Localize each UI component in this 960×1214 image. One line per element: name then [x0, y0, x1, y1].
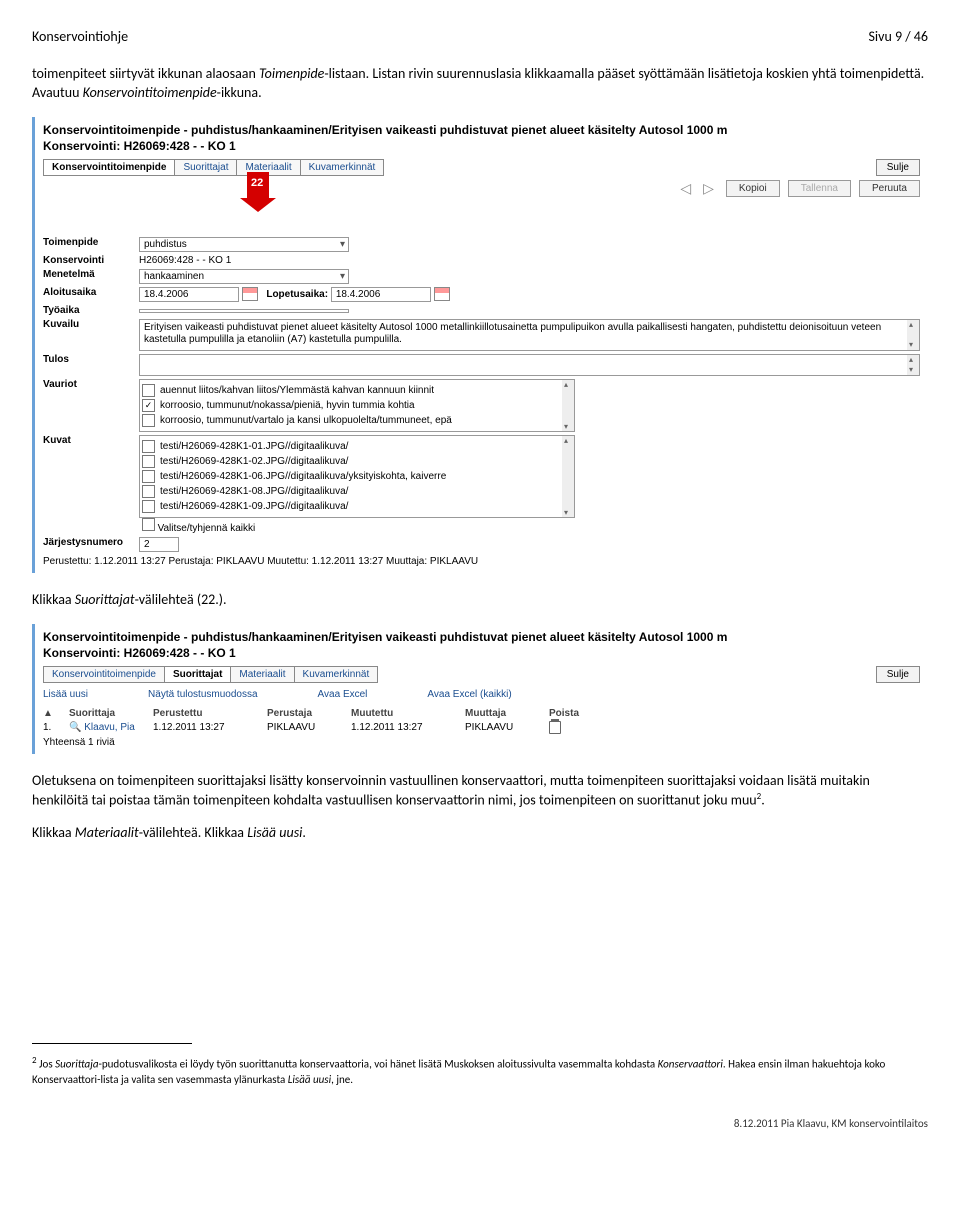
open-excel-all-link[interactable]: Avaa Excel (kaikki)	[427, 689, 511, 700]
aloitusaika-input[interactable]: 18.4.2006	[139, 287, 239, 302]
toimenpide-select[interactable]: puhdistus	[139, 237, 349, 252]
doc-title: Konservointiohje	[32, 28, 128, 45]
lopetusaika-input[interactable]: 18.4.2006	[331, 287, 431, 302]
tab-kuvamerkinnat[interactable]: Kuvamerkinnät	[300, 159, 385, 176]
window-subtitle: Konservointi: H26069:428 - - KO 1	[43, 139, 920, 153]
add-new-link[interactable]: Lisää uusi	[43, 689, 88, 700]
footnote-separator	[32, 1043, 192, 1044]
checkbox[interactable]	[142, 455, 155, 468]
calendar-icon[interactable]	[242, 287, 258, 301]
footnote: 2 Jos Suorittaja-pudotusvalikosta ei löy…	[32, 1055, 928, 1087]
window-subtitle: Konservointi: H26069:428 - - KO 1	[43, 646, 920, 660]
window-title: Konservointitoimenpide - puhdistus/hanka…	[43, 630, 920, 644]
audit-line: Perustettu: 1.12.2011 13:27 Perustaja: P…	[43, 556, 920, 567]
checkbox[interactable]	[142, 384, 155, 397]
tab-kuvamerkinnat[interactable]: Kuvamerkinnät	[294, 666, 379, 683]
checkbox[interactable]	[142, 470, 155, 483]
save-button[interactable]: Tallenna	[788, 180, 851, 197]
konservointi-value: H26069:428 - - KO 1	[139, 255, 920, 266]
scrollbar[interactable]	[907, 320, 919, 350]
table-row: 1. 🔍 Klaavu, Pia 1.12.2011 13:27 PIKLAAV…	[43, 721, 920, 734]
screenshot-toimenpide-form: Konservointitoimenpide - puhdistus/hanka…	[32, 117, 928, 573]
kuvat-list[interactable]: testi/H26069-428K1-01.JPG//digitaalikuva…	[139, 435, 575, 518]
suorittaja-link[interactable]: Klaavu, Pia	[84, 722, 135, 733]
table-header: ▲ Suorittaja Perustettu Perustaja Muutet…	[43, 708, 920, 719]
calendar-icon[interactable]	[434, 287, 450, 301]
close-button[interactable]: Sulje	[876, 159, 920, 176]
kuvailu-textarea[interactable]: Erityisen vaikeasti puhdistuvat pienet a…	[139, 319, 920, 351]
open-excel-link[interactable]: Avaa Excel	[318, 689, 368, 700]
tab-materiaalit[interactable]: Materiaalit	[230, 666, 294, 683]
tyoaika-input[interactable]	[139, 309, 349, 313]
vauriot-list[interactable]: auennut liitos/kahvan liitos/Ylemmästä k…	[139, 379, 575, 432]
checkbox[interactable]	[142, 440, 155, 453]
jarjestysnumero-input[interactable]: 2	[139, 537, 179, 552]
copy-button[interactable]: Kopioi	[726, 180, 780, 197]
instruction-paragraph: Klikkaa Suorittajat-välilehteä (22.).	[32, 591, 928, 610]
page-footer: 8.12.2011 Pia Klaavu, KM konservointilai…	[32, 1117, 928, 1130]
scrollbar[interactable]	[907, 355, 919, 375]
scrollbar[interactable]	[562, 436, 574, 517]
select-all-checkbox[interactable]	[142, 518, 155, 531]
tab-konservointitoimenpide[interactable]: Konservointitoimenpide	[43, 159, 175, 176]
next-icon[interactable]: ▷	[703, 180, 714, 197]
page-number: Sivu 9 / 46	[868, 28, 928, 45]
callout-number: 22	[251, 177, 263, 189]
screenshot-suorittajat-tab: Konservointitoimenpide - puhdistus/hanka…	[32, 624, 928, 754]
print-view-link[interactable]: Näytä tulostusmuodossa	[148, 689, 258, 700]
tab-suorittajat[interactable]: Suorittajat	[164, 666, 231, 683]
delete-icon[interactable]	[549, 721, 561, 734]
checkbox[interactable]: ✓	[142, 399, 155, 412]
explanation-paragraph: Oletuksena on toimenpiteen suorittajaksi…	[32, 772, 928, 810]
tab-suorittajat[interactable]: Suorittajat	[174, 159, 237, 176]
tab-konservointitoimenpide[interactable]: Konservointitoimenpide	[43, 666, 165, 683]
tulos-textarea[interactable]	[139, 354, 920, 376]
cancel-button[interactable]: Peruuta	[859, 180, 920, 197]
prev-icon[interactable]: ◁	[680, 180, 691, 197]
checkbox[interactable]	[142, 485, 155, 498]
row-summary: Yhteensä 1 riviä	[43, 737, 920, 748]
window-title: Konservointitoimenpide - puhdistus/hanka…	[43, 123, 920, 137]
scrollbar[interactable]	[562, 380, 574, 431]
intro-paragraph: toimenpiteet siirtyvät ikkunan alaosaan …	[32, 65, 928, 103]
close-button[interactable]: Sulje	[876, 666, 920, 683]
checkbox[interactable]	[142, 500, 155, 513]
menetelma-select[interactable]: hankaaminen	[139, 269, 349, 284]
magnify-icon[interactable]: 🔍	[69, 722, 81, 733]
instruction-paragraph: Klikkaa Materiaalit-välilehteä. Klikkaa …	[32, 824, 928, 843]
checkbox[interactable]	[142, 414, 155, 427]
